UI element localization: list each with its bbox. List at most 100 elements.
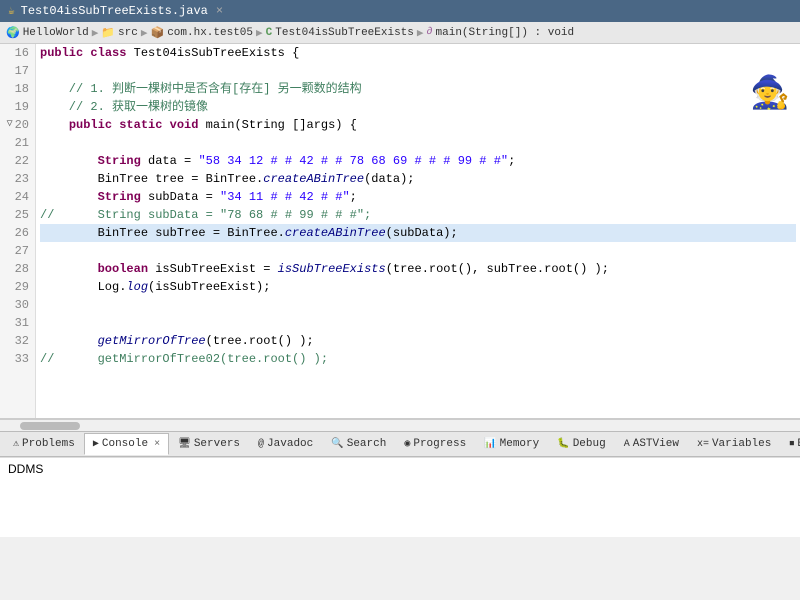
tab-servers[interactable]: 🖥 Servers <box>169 433 249 455</box>
title-filename: Test04isSubTreeExists.java <box>21 4 208 18</box>
code-line-19: // 2. 获取一棵树的镜像 <box>40 98 796 116</box>
tab-memory-label: Memory <box>500 438 540 450</box>
bc-class[interactable]: C Test04isSubTreeExists <box>266 27 414 39</box>
class-icon: C <box>266 27 273 39</box>
ln-33: 33 <box>6 350 29 368</box>
ln-17: 17 <box>6 62 29 80</box>
ln-31: 31 <box>6 314 29 332</box>
code-line-25: // String subData = "78 68 # # 99 # # #"… <box>40 206 796 224</box>
code-line-33: // getMirrorOfTree02(tree.root() ); <box>40 350 796 368</box>
code-line-23: BinTree tree = BinTree.createABinTree(da… <box>40 170 796 188</box>
code-line-30 <box>40 296 796 314</box>
servers-icon: 🖥 <box>178 438 191 450</box>
close-tab-icon[interactable]: × <box>216 4 223 18</box>
ln-28: 28 <box>6 260 29 278</box>
tab-astview-label: ASTView <box>633 438 679 450</box>
astview-icon: A <box>624 439 630 450</box>
tab-javadoc-label: Javadoc <box>267 438 313 450</box>
ln-25: 25 <box>6 206 29 224</box>
tab-progress-label: Progress <box>413 438 466 450</box>
editor: 16 17 18 19 ▽20 21 22 23 24 25 26 27 28 … <box>0 44 800 419</box>
code-line-17 <box>40 62 796 80</box>
code-content[interactable]: public class Test04isSubTreeExists { // … <box>36 44 800 418</box>
code-line-21 <box>40 134 796 152</box>
code-line-26: BinTree subTree = BinTree.createABinTree… <box>40 224 796 242</box>
code-line-27 <box>40 242 796 260</box>
bc-helloworld-label: HelloWorld <box>23 27 89 39</box>
method-icon: ∂ <box>427 27 433 38</box>
code-line-31 <box>40 314 796 332</box>
code-line-20: public static void main(String []args) { <box>40 116 796 134</box>
tab-search[interactable]: 🔍 Search <box>322 433 395 455</box>
ln-30: 30 <box>6 296 29 314</box>
tab-servers-label: Servers <box>194 438 240 450</box>
tab-debug[interactable]: 🐛 Debug <box>548 433 614 455</box>
breakpoints-icon: ⏹ <box>789 438 794 450</box>
problems-icon: ⚠ <box>13 438 19 450</box>
bc-package[interactable]: 📦 com.hx.test05 <box>150 26 253 40</box>
tab-debug-label: Debug <box>573 438 606 450</box>
ddms-label: DDMS <box>8 462 792 476</box>
code-line-24: String subData = "34 11 # # 42 # #"; <box>40 188 796 206</box>
bc-helloworld[interactable]: 🌍 HelloWorld <box>6 26 89 40</box>
bottom-tab-bar: ⚠ Problems ▶ Console × 🖥 Servers @ Javad… <box>0 431 800 457</box>
breadcrumb-bar: 🌍 HelloWorld ▶ 📁 src ▶ 📦 com.hx.test05 ▶… <box>0 22 800 44</box>
tab-astview[interactable]: A ASTView <box>615 433 688 455</box>
package-icon: 📦 <box>150 26 164 40</box>
code-line-32: getMirrorOfTree(tree.root() ); <box>40 332 796 350</box>
ln-32: 32 <box>6 332 29 350</box>
tab-console[interactable]: ▶ Console × <box>84 433 169 455</box>
search-icon: 🔍 <box>331 438 343 450</box>
ln-20: ▽20 <box>6 116 29 134</box>
bc-sep-1: ▶ <box>92 26 99 40</box>
line-numbers: 16 17 18 19 ▽20 21 22 23 24 25 26 27 28 … <box>0 44 36 418</box>
bc-method[interactable]: ∂ main(String[]) : void <box>427 27 575 39</box>
ln-16: 16 <box>6 44 29 62</box>
bc-sep-2: ▶ <box>141 26 148 40</box>
bc-class-label: Test04isSubTreeExists <box>275 27 414 39</box>
title-bar: ☕ Test04isSubTreeExists.java × <box>0 0 800 22</box>
tab-variables-label: Variables <box>712 438 771 450</box>
file-icon: ☕ <box>8 4 15 18</box>
ln-23: 23 <box>6 170 29 188</box>
ln-18: 18 <box>6 80 29 98</box>
decorative-figure: 🧙 <box>750 79 780 119</box>
ln-22: 22 <box>6 152 29 170</box>
tab-variables[interactable]: x= Variables <box>688 433 780 455</box>
ln-29: 29 <box>6 278 29 296</box>
horizontal-scrollbar[interactable] <box>0 419 800 431</box>
code-line-28: boolean isSubTreeExist = isSubTreeExists… <box>40 260 796 278</box>
tab-breakpoints[interactable]: ⏹ Breakp... <box>780 433 800 455</box>
bc-package-label: com.hx.test05 <box>167 27 253 39</box>
memory-icon: 📊 <box>484 438 496 450</box>
tab-memory[interactable]: 📊 Memory <box>475 433 548 455</box>
variables-icon: x= <box>697 439 709 450</box>
bc-sep-4: ▶ <box>417 26 424 40</box>
scrollbar-thumb[interactable] <box>20 422 80 430</box>
code-line-16: public class Test04isSubTreeExists { <box>40 44 796 62</box>
bc-src-label: src <box>118 27 138 39</box>
ln-26: 26 <box>6 224 29 242</box>
tab-progress[interactable]: ◉ Progress <box>395 433 475 455</box>
tab-search-label: Search <box>347 438 387 450</box>
code-line-22: String data = "58 34 12 # # 42 # # 78 68… <box>40 152 796 170</box>
console-close-icon[interactable]: × <box>154 439 160 450</box>
console-area: DDMS <box>0 457 800 537</box>
bc-sep-3: ▶ <box>256 26 263 40</box>
bc-src[interactable]: 📁 src <box>101 26 138 40</box>
tab-problems[interactable]: ⚠ Problems <box>4 433 84 455</box>
tab-console-label: Console <box>102 438 148 450</box>
debug-icon: 🐛 <box>557 438 569 450</box>
code-line-18: // 1. 判断一棵树中是否含有[存在] 另一颗数的结构 <box>40 80 796 98</box>
ln-21: 21 <box>6 134 29 152</box>
code-line-29: Log.log(isSubTreeExist); <box>40 278 796 296</box>
bc-method-label: main(String[]) : void <box>436 27 575 39</box>
src-icon: 📁 <box>101 26 115 40</box>
tab-problems-label: Problems <box>22 438 75 450</box>
javadoc-icon: @ <box>258 439 264 450</box>
progress-icon: ◉ <box>404 438 410 450</box>
ln-27: 27 <box>6 242 29 260</box>
tab-javadoc[interactable]: @ Javadoc <box>249 433 322 455</box>
console-icon: ▶ <box>93 438 99 450</box>
fold-icon-20[interactable]: ▽ <box>7 116 13 134</box>
